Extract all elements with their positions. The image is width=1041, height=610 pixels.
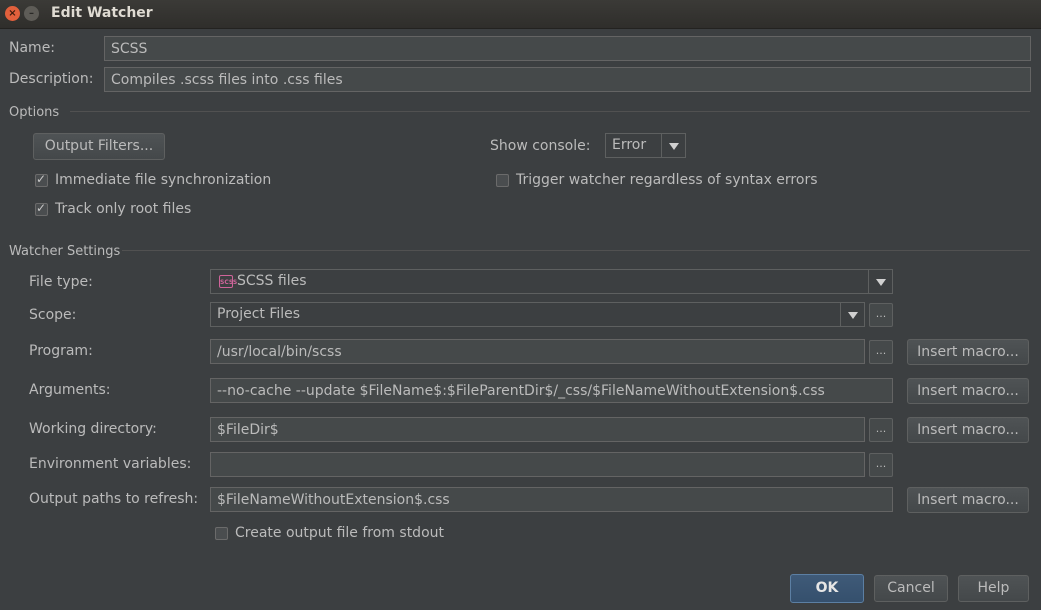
create-output-label: Create output file from stdout — [235, 525, 444, 541]
minimize-icon[interactable]: – — [24, 6, 39, 21]
chevron-down-icon — [661, 134, 685, 157]
help-button[interactable]: Help — [958, 575, 1029, 602]
program-insert-macro-button[interactable]: Insert macro... — [907, 339, 1029, 365]
immediate-sync-checkbox[interactable] — [35, 172, 48, 187]
ok-button[interactable]: OK — [790, 574, 864, 603]
working-directory-field[interactable]: $FileDir$ — [210, 417, 865, 442]
create-output-checkbox[interactable] — [215, 527, 228, 540]
options-separator — [70, 111, 1030, 112]
watcher-settings-section-title: Watcher Settings — [9, 244, 121, 259]
name-label: Name: — [9, 40, 56, 56]
close-icon[interactable]: × — [5, 6, 20, 21]
output-paths-label: Output paths to refresh: — [29, 491, 199, 507]
track-root-label: Track only root files — [55, 201, 192, 217]
title-bar: × – Edit Watcher — [0, 0, 1041, 29]
trigger-watcher-checkbox[interactable] — [496, 174, 509, 187]
chevron-down-icon — [840, 303, 864, 326]
arguments-label: Arguments: — [29, 382, 111, 398]
immediate-sync-label: Immediate file synchronization — [55, 172, 272, 188]
description-field[interactable]: Compiles .scss files into .css files — [104, 67, 1031, 92]
file-type-label: File type: — [29, 274, 93, 290]
trigger-watcher-label: Trigger watcher regardless of syntax err… — [516, 172, 818, 188]
scss-file-icon: SCSS — [219, 274, 237, 288]
arguments-insert-macro-button[interactable]: Insert macro... — [907, 378, 1029, 404]
description-label: Description: — [9, 71, 94, 87]
chevron-down-icon — [868, 270, 892, 293]
scope-dropdown[interactable]: Project Files — [210, 302, 865, 327]
name-field[interactable]: SCSS — [104, 36, 1031, 61]
track-root-checkbox[interactable] — [35, 201, 48, 216]
working-directory-browse-button[interactable]: ... — [869, 418, 893, 442]
options-section-title: Options — [9, 105, 60, 120]
environment-variables-browse-button[interactable]: ... — [869, 453, 893, 477]
watcher-settings-separator — [122, 250, 1030, 251]
output-paths-field[interactable]: $FileNameWithoutExtension$.css — [210, 487, 893, 512]
program-field[interactable]: /usr/local/bin/scss — [210, 339, 865, 364]
arguments-field[interactable]: --no-cache --update $FileName$:$FilePare… — [210, 378, 893, 403]
show-console-value: Error — [612, 137, 647, 153]
working-directory-insert-macro-button[interactable]: Insert macro... — [907, 417, 1029, 443]
scope-label: Scope: — [29, 307, 77, 323]
output-paths-insert-macro-button[interactable]: Insert macro... — [907, 487, 1029, 513]
environment-variables-field[interactable] — [210, 452, 865, 477]
window-title: Edit Watcher — [51, 5, 153, 21]
cancel-button[interactable]: Cancel — [874, 575, 948, 602]
program-browse-button[interactable]: ... — [869, 340, 893, 364]
show-console-dropdown[interactable]: Error — [605, 133, 686, 158]
scope-browse-button[interactable]: ... — [869, 303, 893, 327]
program-label: Program: — [29, 343, 93, 359]
working-directory-label: Working directory: — [29, 421, 157, 437]
output-filters-button[interactable]: Output Filters... — [33, 133, 165, 160]
environment-variables-label: Environment variables: — [29, 456, 192, 472]
scope-value: Project Files — [217, 306, 301, 322]
file-type-dropdown[interactable]: SCSSSCSS files — [210, 269, 893, 294]
file-type-value: SCSS files — [237, 273, 307, 289]
show-console-label: Show console: — [490, 138, 591, 154]
